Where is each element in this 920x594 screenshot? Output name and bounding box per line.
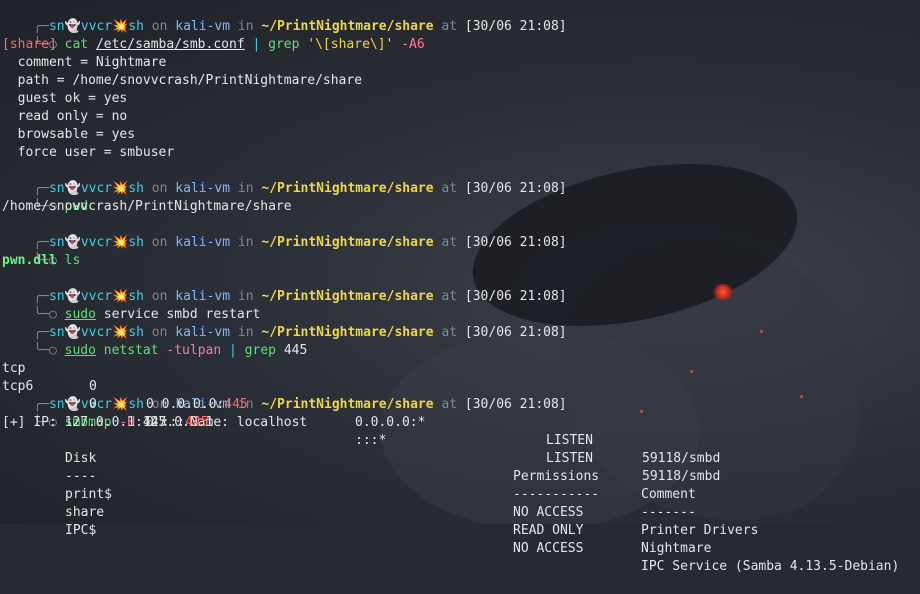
smbmap-share-row: print$ NO ACCESS Printer Drivers [65, 487, 759, 538]
ls-output-file: pwn.dll [2, 253, 57, 268]
ghost-icon: 👻 [64, 289, 81, 304]
ghost-icon: 👻 [64, 235, 81, 250]
smbmap-ip-line: [+] IP: 127.0.0.1:445 Name: localhost [2, 415, 308, 430]
config-line: path = /home/snovvcrash/PrintNightmare/s… [2, 73, 363, 88]
config-line: read only = no [2, 109, 128, 124]
prompt-line: ╭─sn👻vvcr💥sh on kali-vm in ~/PrintNightm… [33, 19, 567, 34]
explosion-icon: 💥 [112, 19, 129, 34]
smbmap-share-row: IPC$ NO ACCESS IPC Service (Samba 4.13.5… [65, 523, 900, 574]
red-eye-glow [712, 284, 734, 300]
smbmap-header-underline: ---- ----------- ------- [65, 469, 696, 520]
ghost-icon: 👻 [64, 181, 81, 196]
config-line: comment = Nightmare [2, 55, 167, 70]
prompt-line: ╭─sn👻vvcr💥sh on kali-vm in ~/PrintNightm… [33, 289, 567, 304]
ghost-icon: 👻 [64, 19, 81, 34]
config-line: force user = smbuser [2, 145, 175, 160]
terminal-output: ╭─sn👻vvcr💥sh on kali-vm in ~/PrintNightm… [2, 0, 900, 574]
netstat-row: tcp 0 0 0.0.0.0:445 0.0.0.0:* LISTEN 591… [2, 361, 721, 466]
ghost-icon: 👻 [64, 325, 81, 340]
prompt-line: ╭─sn👻vvcr💥sh on kali-vm in ~/PrintNightm… [33, 181, 567, 196]
prompt-line: ╭─sn👻vvcr💥sh on kali-vm in ~/PrintNightm… [33, 235, 567, 250]
explosion-icon: 💥 [112, 181, 129, 196]
config-line: browsable = yes [2, 127, 136, 142]
explosion-icon: 💥 [112, 325, 129, 340]
smbmap-share-row: share READ ONLY Nightmare [65, 505, 712, 556]
explosion-icon: 💥 [112, 289, 129, 304]
prompt-line: ╭─sn👻vvcr💥sh on kali-vm in ~/PrintNightm… [33, 397, 567, 412]
pwd-output: /home/snovvcrash/PrintNightmare/share [2, 199, 292, 214]
explosion-icon: 💥 [112, 235, 129, 250]
config-line: guest ok = yes [2, 91, 128, 106]
netstat-row: tcp6 0 0 :::445 :::* LISTEN 59118/smbd [2, 379, 721, 484]
ghost-icon: 👻 [64, 397, 81, 412]
smbmap-header: Disk Permissions Comment [65, 451, 696, 502]
explosion-icon: 💥 [112, 397, 129, 412]
